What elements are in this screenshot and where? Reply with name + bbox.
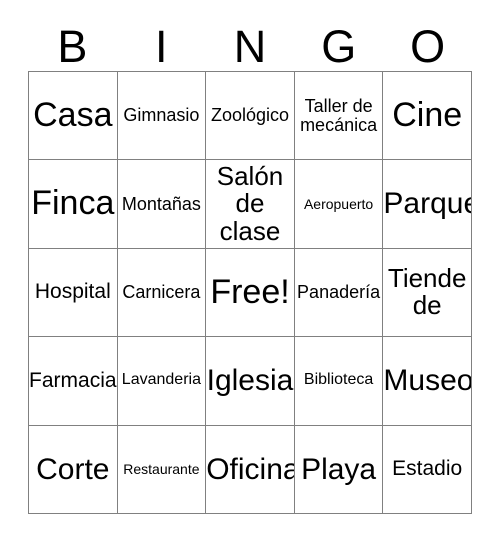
bingo-cell-label: Aeropuerto — [303, 195, 374, 212]
bingo-cell-label: Taller de mecánica — [300, 95, 378, 135]
bingo-card: B I N G O Casa Gimnasio Zoológico Taller… — [0, 0, 500, 544]
bingo-cell-label: Farmacia — [29, 368, 117, 392]
bingo-grid: Casa Gimnasio Zoológico Taller de mecáni… — [28, 71, 472, 514]
bingo-cell-label: Salón de clase — [216, 161, 284, 246]
bingo-cell-label: Panadería — [297, 282, 381, 303]
bingo-cell[interactable]: Casa — [29, 72, 118, 161]
bingo-cell[interactable]: Parque — [383, 160, 472, 249]
header-letter-o: O — [410, 21, 446, 72]
bingo-cell[interactable]: Corte — [29, 425, 118, 514]
bingo-cell-label: Oficina — [206, 452, 295, 486]
bingo-cell-label: Montañas — [121, 193, 201, 214]
bingo-cell[interactable]: Finca — [29, 160, 118, 249]
header-letter-b: B — [57, 21, 88, 72]
bingo-free-space-label: Free! — [210, 272, 290, 311]
bingo-cell[interactable]: Playa — [294, 425, 384, 514]
bingo-cell-label: Biblioteca — [303, 371, 374, 389]
bingo-cell-label: Tiende de — [387, 263, 467, 321]
bingo-cell[interactable]: Gimnasio — [117, 72, 207, 161]
bingo-cell[interactable]: Aeropuerto — [294, 160, 384, 249]
bingo-cell-label: Museo — [383, 364, 472, 398]
bingo-cell[interactable]: Lavanderia — [117, 337, 207, 426]
bingo-cell-label: Lavanderia — [121, 371, 201, 389]
bingo-free-space[interactable]: Free! — [206, 248, 295, 338]
bingo-cell[interactable]: Restaurante — [117, 425, 207, 514]
bingo-cell[interactable]: Panadería — [294, 248, 384, 338]
bingo-cell[interactable]: Farmacia — [29, 337, 118, 426]
bingo-cell-label: Casa — [33, 95, 113, 134]
bingo-cell[interactable]: Cine — [383, 72, 472, 161]
header-letter-n: N — [233, 21, 267, 72]
bingo-cell[interactable]: Estadio — [383, 425, 472, 514]
bingo-cell[interactable]: Zoológico — [206, 72, 295, 161]
bingo-cell[interactable]: Iglesia — [206, 337, 295, 426]
bingo-cell[interactable]: Salón de clase — [206, 160, 295, 249]
bingo-cell-label: Iglesia — [206, 364, 294, 398]
bingo-cell-label: Playa — [301, 452, 377, 486]
bingo-cell[interactable]: Carnicera — [117, 248, 207, 338]
bingo-cell-label: Restaurante — [123, 460, 200, 477]
bingo-cell-label: Hospital — [34, 280, 111, 304]
bingo-cell-label: Finca — [31, 184, 115, 223]
bingo-cell[interactable]: Tiende de — [383, 248, 472, 338]
bingo-cell[interactable]: Montañas — [117, 160, 207, 249]
bingo-cell[interactable]: Taller de mecánica — [294, 72, 384, 161]
bingo-cell[interactable]: Hospital — [29, 248, 118, 338]
bingo-cell-label: Corte — [36, 452, 110, 486]
bingo-cell[interactable]: Oficina — [206, 425, 295, 514]
bingo-cell-label: Parque — [383, 187, 472, 221]
bingo-header-row: B I N G O — [28, 17, 472, 71]
bingo-cell[interactable]: Biblioteca — [294, 337, 384, 426]
bingo-cell-label: Carnicera — [122, 282, 201, 303]
header-letter-i: I — [154, 21, 168, 72]
bingo-cell-label: Estadio — [392, 457, 463, 481]
bingo-cell[interactable]: Museo — [383, 337, 472, 426]
bingo-cell-label: Gimnasio — [123, 105, 200, 126]
bingo-cell-label: Zoológico — [210, 105, 290, 126]
bingo-cell-label: Cine — [392, 95, 463, 134]
header-letter-g: G — [321, 21, 357, 72]
